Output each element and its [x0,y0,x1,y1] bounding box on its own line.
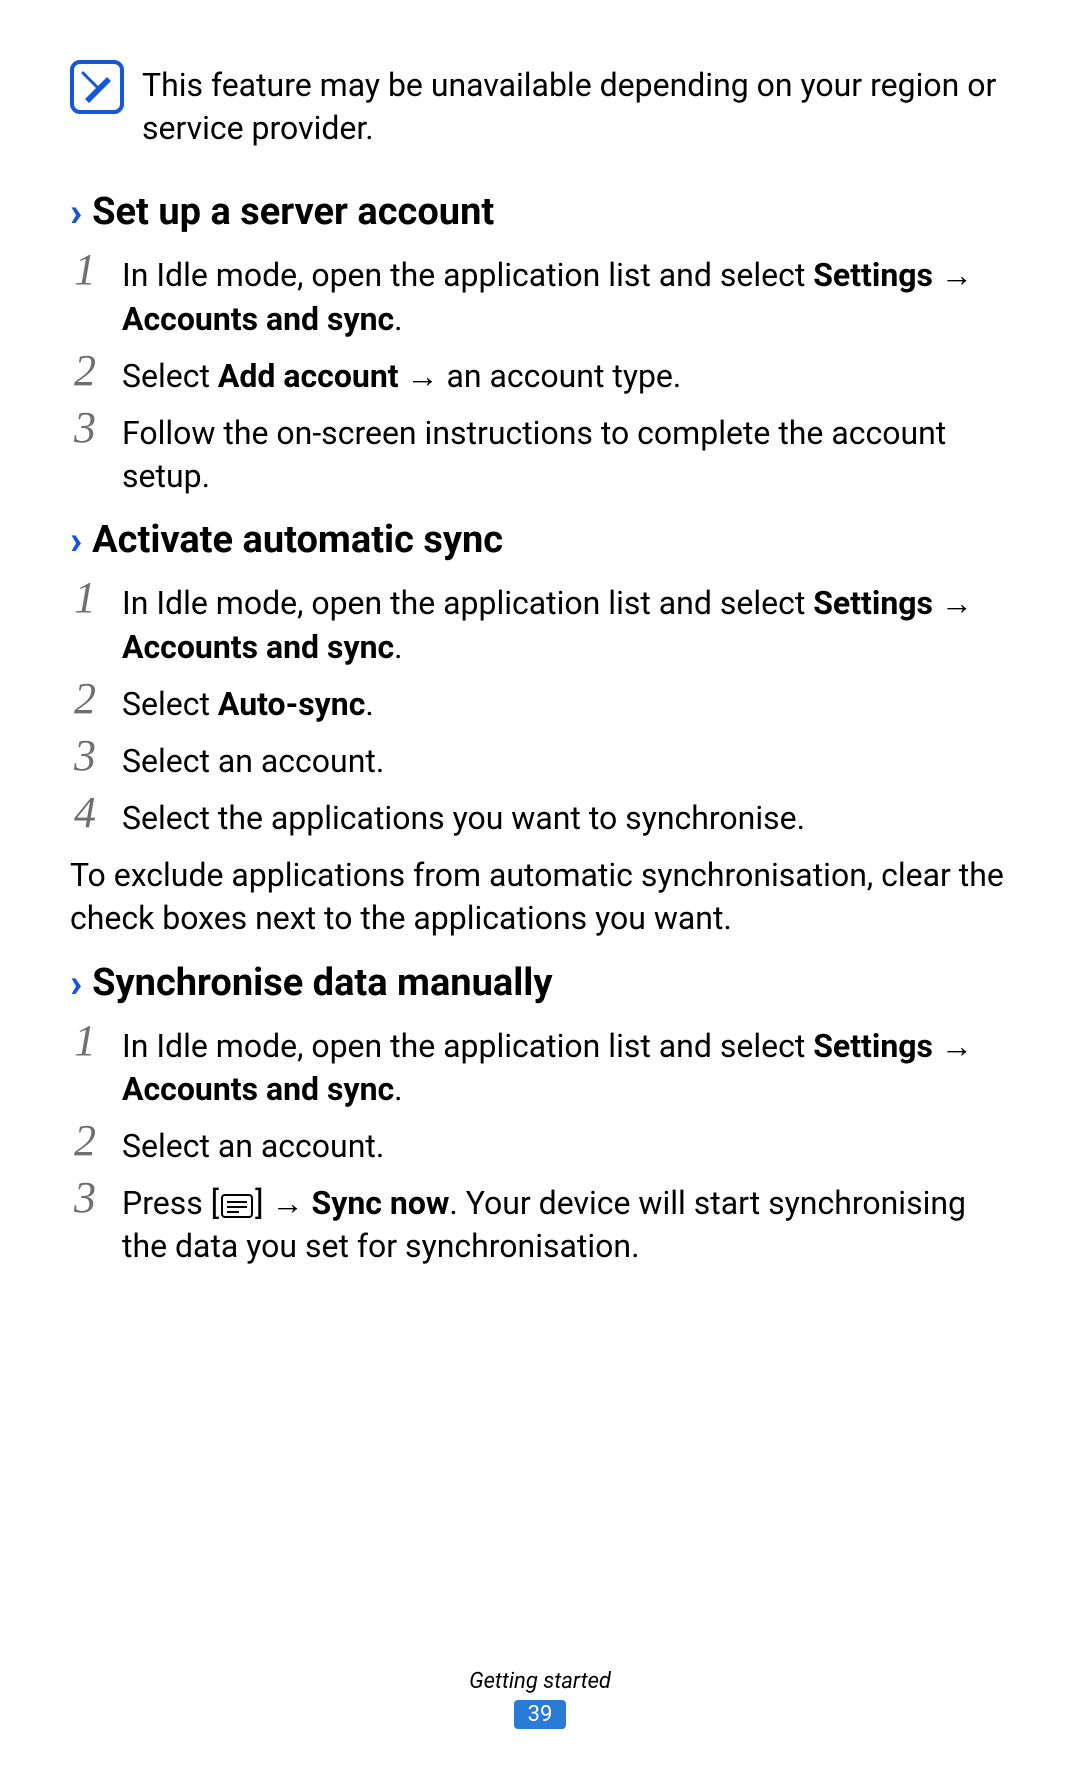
step-item: 3 Follow the on-screen instructions to c… [70,404,1010,498]
chevron-icon: › [70,192,82,232]
step-number: 2 [70,1117,100,1165]
section-heading-autosync: › Activate automatic sync [70,518,1010,562]
step-number: 3 [70,732,100,780]
section-heading-server: › Set up a server account [70,190,1010,234]
step-text: In Idle mode, open the application list … [122,246,1010,340]
step-text: Follow the on-screen instructions to com… [122,404,1010,498]
step-number: 2 [70,675,100,723]
heading-text: Synchronise data manually [92,961,552,1005]
note-block: This feature may be unavailable dependin… [70,60,1010,150]
body-paragraph: To exclude applications from automatic s… [70,854,1010,940]
chevron-icon: › [70,963,82,1003]
heading-text: Activate automatic sync [92,518,503,562]
step-number: 3 [70,1174,100,1222]
note-icon [70,60,124,114]
step-text: Select Auto-sync. [122,675,374,726]
step-text: Select Add account → an account type. [122,347,681,398]
heading-text: Set up a server account [92,190,494,234]
note-text: This feature may be unavailable dependin… [142,60,1010,150]
step-list: 1 In Idle mode, open the application lis… [70,1017,1010,1269]
step-number: 1 [70,1017,100,1065]
page-footer: Getting started 39 [0,1669,1080,1729]
step-item: 2 Select Auto-sync. [70,675,1010,726]
step-item: 1 In Idle mode, open the application lis… [70,574,1010,668]
step-list: 1 In Idle mode, open the application lis… [70,246,1010,498]
step-text: In Idle mode, open the application list … [122,1017,1010,1111]
menu-key-icon [221,1194,253,1218]
step-text: Press [] → Sync now. Your device will st… [122,1174,1010,1268]
step-item: 2 Select an account. [70,1117,1010,1168]
section-heading-manual: › Synchronise data manually [70,961,1010,1005]
step-text: In Idle mode, open the application list … [122,574,1010,668]
step-text: Select an account. [122,1117,384,1168]
step-list: 1 In Idle mode, open the application lis… [70,574,1010,840]
step-item: 1 In Idle mode, open the application lis… [70,246,1010,340]
step-item: 4 Select the applications you want to sy… [70,789,1010,840]
step-item: 2 Select Add account → an account type. [70,347,1010,398]
step-number: 1 [70,574,100,622]
step-item: 1 In Idle mode, open the application lis… [70,1017,1010,1111]
chapter-label: Getting started [0,1669,1080,1694]
step-item: 3 Press [] → Sync now. Your device will … [70,1174,1010,1268]
step-number: 3 [70,404,100,452]
step-text: Select an account. [122,732,384,783]
chevron-icon: › [70,520,82,560]
page-number-badge: 39 [514,1700,567,1729]
step-number: 4 [70,789,100,837]
step-number: 1 [70,246,100,294]
step-text: Select the applications you want to sync… [122,789,805,840]
step-item: 3 Select an account. [70,732,1010,783]
step-number: 2 [70,347,100,395]
